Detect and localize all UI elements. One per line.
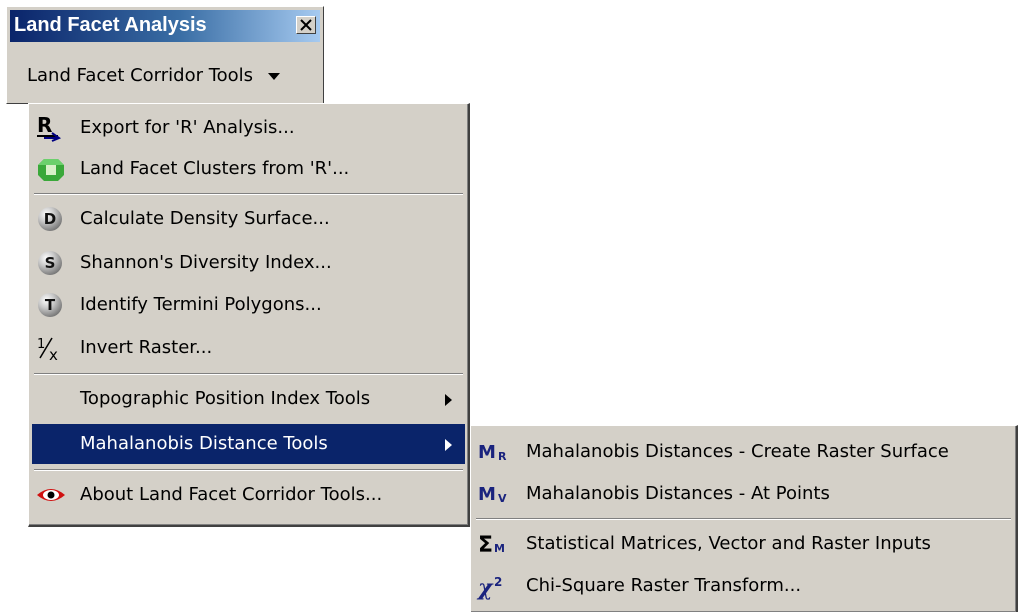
menu-item-land-facet-clusters[interactable]: Land Facet Clusters from 'R'...: [32, 149, 465, 189]
mr-icon: M R: [476, 438, 510, 466]
svg-text:R: R: [37, 114, 52, 137]
sigma-m-icon: Σ M: [476, 530, 510, 558]
menu-item-label: Topographic Position Index Tools: [80, 388, 371, 409]
menu-item-label: Land Facet Clusters from 'R'...: [80, 158, 350, 179]
menu-item-shannon-diversity[interactable]: S Shannon's Diversity Index...: [32, 243, 465, 283]
mahalanobis-submenu: M R Mahalanobis Distances - Create Raste…: [470, 425, 1018, 612]
submenu-item-label: Mahalanobis Distances - At Points: [526, 483, 830, 504]
menu-item-export-r[interactable]: R Export for 'R' Analysis...: [32, 108, 465, 148]
submenu-item-chi-square[interactable]: χ 2 Chi-Square Raster Transform...: [474, 566, 1013, 606]
svg-text:M: M: [478, 484, 496, 505]
svg-text:V: V: [498, 492, 507, 505]
menu-item-calculate-density[interactable]: D Calculate Density Surface...: [32, 199, 465, 239]
toolbar-titlebar[interactable]: Land Facet Analysis: [10, 10, 320, 42]
svg-text:M: M: [478, 442, 496, 463]
close-icon: [300, 19, 312, 31]
s-ball-icon: S: [34, 249, 68, 277]
submenu-item-statistical-matrices[interactable]: Σ M Statistical Matrices, Vector and Ras…: [474, 524, 1013, 564]
menu-item-label: Shannon's Diversity Index...: [80, 252, 332, 273]
svg-text:χ: χ: [476, 575, 494, 600]
submenu-item-label: Statistical Matrices, Vector and Raster …: [526, 533, 931, 554]
menu-item-label: Invert Raster...: [80, 337, 213, 358]
submenu-item-create-raster-surface[interactable]: M R Mahalanobis Distances - Create Raste…: [474, 432, 1013, 472]
menu-item-label: Identify Termini Polygons...: [80, 294, 322, 315]
toolbar-title: Land Facet Analysis: [14, 14, 207, 36]
land-facet-toolbar: Land Facet Analysis Land Facet Corridor …: [6, 6, 324, 104]
svg-text:R: R: [498, 450, 507, 463]
submenu-item-at-points[interactable]: M V Mahalanobis Distances - At Points: [474, 474, 1013, 514]
land-facet-corridor-tools-dropdown[interactable]: Land Facet Corridor Tools: [27, 65, 281, 95]
menu-separator: [34, 193, 463, 195]
svg-text:Σ: Σ: [478, 533, 493, 558]
menu-item-identify-termini[interactable]: T Identify Termini Polygons...: [32, 285, 465, 325]
t-ball-icon: T: [34, 291, 68, 319]
chevron-down-icon: [267, 73, 280, 80]
svg-text:M: M: [494, 542, 505, 555]
mv-icon: M V: [476, 480, 510, 508]
chi-square-icon: χ 2: [476, 572, 510, 601]
close-button[interactable]: [296, 16, 316, 34]
d-ball-glyph: D: [38, 207, 62, 231]
chevron-right-icon: [445, 394, 452, 406]
r-export-icon: R: [34, 113, 68, 142]
svg-text:x: x: [49, 346, 58, 362]
menu-separator: [34, 469, 463, 471]
green-cube-icon: [34, 155, 68, 183]
d-ball-icon: D: [34, 205, 68, 233]
menu-item-invert-raster[interactable]: 1 x Invert Raster...: [32, 328, 465, 368]
submenu-item-label: Mahalanobis Distances - Create Raster Su…: [526, 441, 949, 462]
dropdown-label: Land Facet Corridor Tools: [27, 65, 254, 86]
svg-text:2: 2: [494, 575, 502, 589]
menu-separator: [34, 373, 463, 375]
red-eye-icon: [34, 481, 68, 509]
invert-fraction-icon: 1 x: [34, 334, 68, 364]
s-ball-glyph: S: [38, 251, 62, 275]
chevron-right-icon: [445, 439, 452, 451]
menu-item-label: Calculate Density Surface...: [80, 208, 330, 229]
submenu-separator: [476, 518, 1011, 520]
submenu-item-label: Chi-Square Raster Transform...: [526, 575, 802, 596]
menu-item-label: Mahalanobis Distance Tools: [80, 433, 328, 454]
svg-text:1: 1: [37, 337, 45, 352]
t-ball-glyph: T: [38, 293, 62, 317]
menu-item-mahalanobis-distance[interactable]: Mahalanobis Distance Tools: [32, 424, 465, 464]
land-facet-corridor-tools-menu: R Export for 'R' Analysis... Land Facet …: [28, 103, 470, 527]
menu-item-about[interactable]: About Land Facet Corridor Tools...: [32, 475, 465, 515]
menu-item-topographic-position-index[interactable]: Topographic Position Index Tools: [32, 379, 465, 419]
menu-item-label: Export for 'R' Analysis...: [80, 117, 295, 138]
menu-item-label: About Land Facet Corridor Tools...: [80, 484, 383, 505]
